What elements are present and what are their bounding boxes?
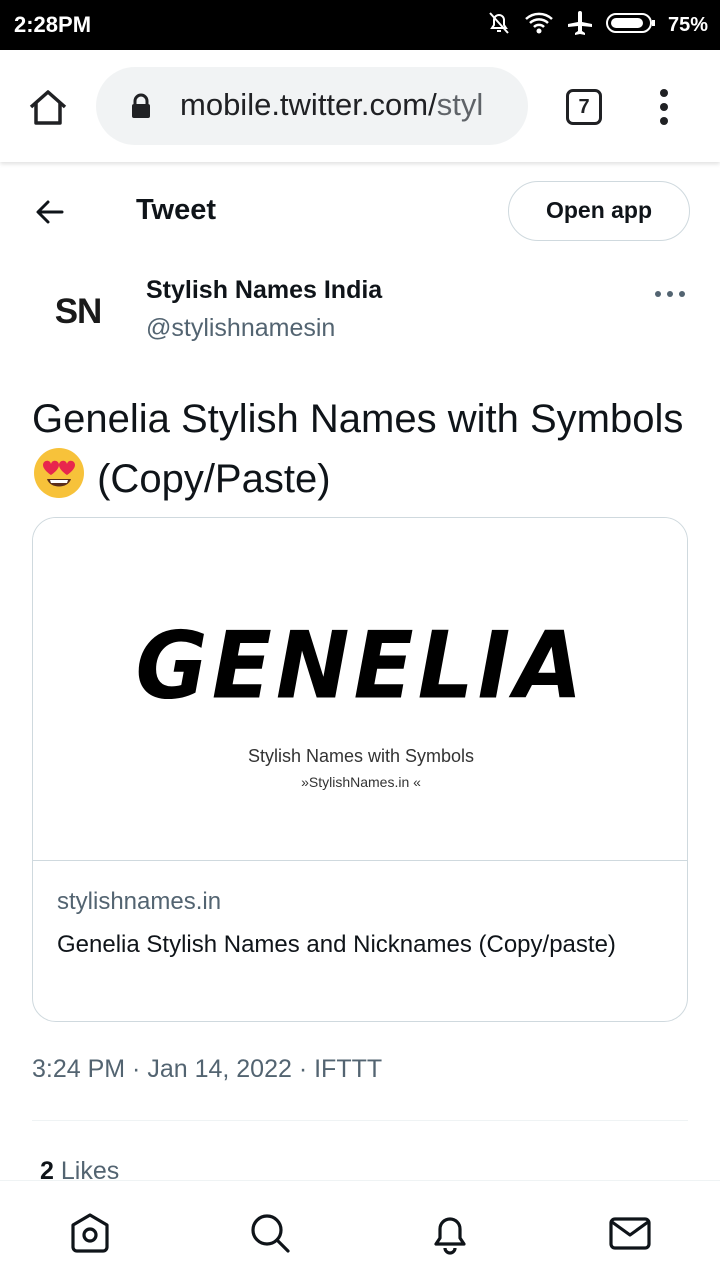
home-icon[interactable] xyxy=(68,1211,112,1255)
mute-icon xyxy=(486,10,512,41)
url-path: styl xyxy=(436,87,484,122)
author-handle[interactable]: @stylishnamesin xyxy=(146,314,335,343)
page-title: Tweet xyxy=(136,194,217,226)
messages-icon[interactable] xyxy=(608,1211,652,1255)
tweet-text-part2: (Copy/Paste) xyxy=(86,457,331,501)
author-name[interactable]: Stylish Names India xyxy=(146,276,382,305)
back-button[interactable] xyxy=(34,196,66,228)
arrow-left-icon xyxy=(36,200,64,224)
browser-toolbar: mobile.twitter.com/styl 7 xyxy=(0,50,720,162)
battery-percent: 75% xyxy=(667,13,708,36)
link-card[interactable]: GENELIA Stylish Names with Symbols »Styl… xyxy=(32,517,688,1022)
tweet-text: Genelia Stylish Names with Symbols (Copy… xyxy=(32,392,692,506)
address-bar[interactable]: mobile.twitter.com/styl xyxy=(96,67,528,145)
home-outline-icon xyxy=(29,90,67,125)
search-icon[interactable] xyxy=(248,1211,292,1255)
url-text: mobile.twitter.com/styl xyxy=(180,87,483,123)
divider xyxy=(32,1120,688,1121)
lock-icon xyxy=(130,93,152,124)
more-options-button[interactable] xyxy=(654,286,686,297)
more-horizontal-icon xyxy=(655,291,685,297)
open-app-button[interactable]: Open app xyxy=(508,181,690,241)
status-icons: 75% xyxy=(486,10,708,40)
tweet-text-part1: Genelia Stylish Names with Symbols xyxy=(32,397,684,441)
url-main: mobile.twitter.com/ xyxy=(180,87,437,122)
more-vertical-icon xyxy=(660,89,668,125)
card-image-title: GENELIA xyxy=(135,611,587,720)
tweet-header: Tweet Open app xyxy=(0,162,720,258)
avatar[interactable]: SN xyxy=(32,266,124,358)
battery-icon xyxy=(605,12,656,39)
status-bar: 2:28PM 75% xyxy=(0,0,720,50)
bottom-navigation xyxy=(0,1180,720,1280)
notifications-icon[interactable] xyxy=(428,1211,472,1255)
browser-home-button[interactable] xyxy=(26,86,70,130)
airplane-icon xyxy=(566,10,594,41)
card-image[interactable]: GENELIA Stylish Names with Symbols »Styl… xyxy=(33,518,687,861)
browser-menu-button[interactable] xyxy=(654,88,674,128)
wifi-icon xyxy=(524,10,554,41)
card-image-site: »StylishNames.in « xyxy=(301,774,421,790)
tab-switcher-button[interactable]: 7 xyxy=(566,89,602,125)
card-title: Genelia Stylish Names and Nicknames (Cop… xyxy=(57,931,616,958)
tweet-timestamp[interactable]: 3:24 PM · Jan 14, 2022 · IFTTT xyxy=(32,1055,382,1084)
card-image-subtitle: Stylish Names with Symbols xyxy=(247,746,475,766)
status-time: 2:28PM xyxy=(14,12,92,37)
heart-eyes-emoji-icon xyxy=(32,446,86,500)
card-domain: stylishnames.in xyxy=(57,888,222,915)
